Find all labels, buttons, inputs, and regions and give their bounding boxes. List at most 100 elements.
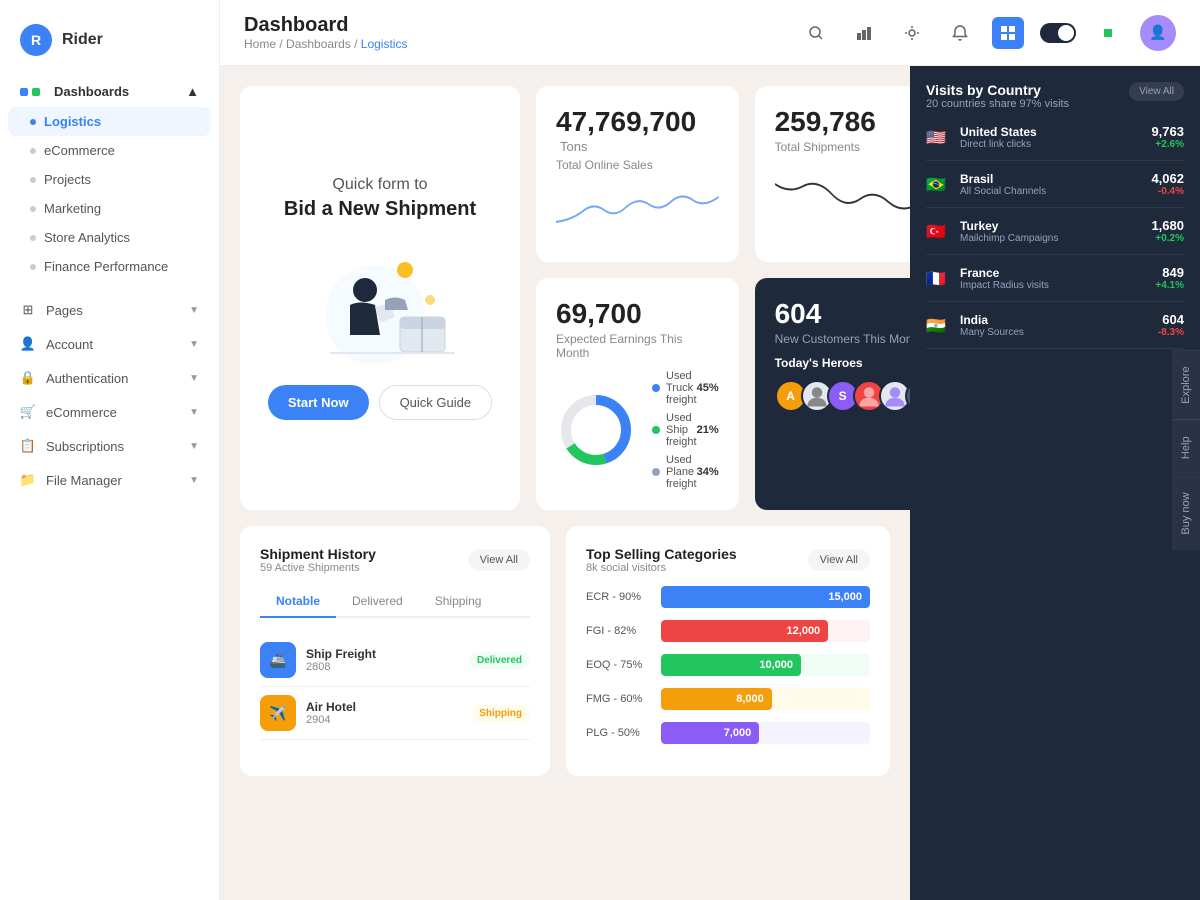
country-visits-us: 9,763 xyxy=(1151,124,1184,139)
heroes-title: Today's Heroes xyxy=(775,356,910,370)
country-item-0: 🇺🇸 United States Direct link clicks 9,76… xyxy=(926,114,1184,161)
sidebar-item-file-manager[interactable]: 📁 File Manager ▼ xyxy=(0,463,219,497)
country-item-3: 🇫🇷 France Impact Radius visits 849 +4.1% xyxy=(926,255,1184,302)
categories-view-all[interactable]: View All xyxy=(808,549,870,571)
grid-icon xyxy=(1000,25,1016,41)
country-info-br: Brasil All Social Channels xyxy=(960,172,1141,197)
metric-label-sales: Total Online Sales xyxy=(556,158,719,172)
shipment-subtitle: 59 Active Shipments xyxy=(260,562,376,574)
bar-label-2: EOQ - 75% xyxy=(586,659,651,671)
sidebar-item-ecommerce-main[interactable]: 🛒 eCommerce ▼ xyxy=(0,395,219,429)
logo-icon: R xyxy=(20,24,52,56)
sidebar-item-store-analytics[interactable]: Store Analytics xyxy=(0,223,219,252)
buynow-tab[interactable]: Buy now xyxy=(1172,475,1200,550)
bar-item-3: FMG - 60% 8,000 xyxy=(586,688,870,710)
bar-label-3: FMG - 60% xyxy=(586,693,651,705)
country-info-tr: Turkey Mailchimp Campaigns xyxy=(960,219,1141,244)
bar-item-0: ECR - 90% 15,000 xyxy=(586,586,870,608)
sidebar-item-authentication[interactable]: 🔒 Authentication ▼ xyxy=(0,361,219,395)
metric-unit-sales: Tons xyxy=(560,139,587,154)
tab-notable[interactable]: Notable xyxy=(260,586,336,618)
main-area: Dashboard Home / Dashboards / Logistics xyxy=(220,0,1200,900)
grid-view-button[interactable] xyxy=(992,17,1024,49)
country-trend-br: -0.4% xyxy=(1151,186,1184,197)
tab-delivered[interactable]: Delivered xyxy=(336,586,419,618)
dot-store xyxy=(30,235,36,241)
bar-track-3: 8,000 xyxy=(661,688,870,710)
ecommerce-chevron: ▼ xyxy=(189,407,199,418)
explore-tab[interactable]: Explore xyxy=(1172,349,1200,419)
country-list: 🇺🇸 United States Direct link clicks 9,76… xyxy=(926,114,1184,349)
bar-fill-3: 8,000 xyxy=(661,688,772,710)
file-label: File Manager xyxy=(46,473,122,488)
chart-button[interactable] xyxy=(848,17,880,49)
right-panel: Visits by Country 20 countries share 97%… xyxy=(910,66,1200,900)
metric-value-sales: 47,769,700 Tons xyxy=(556,106,719,156)
promo-card: Quick form to Bid a New Shipment xyxy=(240,86,520,510)
country-name-fr: France xyxy=(960,266,1145,280)
top-row: Quick form to Bid a New Shipment xyxy=(240,86,890,510)
online-dot xyxy=(1104,29,1112,37)
shipment-header: Shipment History 59 Active Shipments Vie… xyxy=(260,546,530,574)
sidebar-item-account[interactable]: 👤 Account ▼ xyxy=(0,327,219,361)
breadcrumb-current: Logistics xyxy=(361,37,408,51)
sales-chart xyxy=(556,182,719,242)
user-avatar[interactable]: 👤 xyxy=(1140,15,1176,51)
shipment-item-1: ✈️ Air Hotel 2904 Shipping xyxy=(260,687,530,740)
tab-shipping[interactable]: Shipping xyxy=(419,586,498,618)
visits-title: Visits by Country xyxy=(926,82,1069,98)
shipment-view-all[interactable]: View All xyxy=(468,549,530,571)
flag-us: 🇺🇸 xyxy=(926,128,950,146)
sidebar-item-finance[interactable]: Finance Performance xyxy=(0,252,219,281)
bar-label-0: ECR - 90% xyxy=(586,591,651,603)
country-trend-in: -8.3% xyxy=(1158,327,1184,338)
theme-toggle[interactable] xyxy=(1040,23,1076,43)
promo-illustration xyxy=(300,245,460,365)
sidebar-item-projects[interactable]: Projects xyxy=(0,165,219,194)
ecommerce-icon: 🛒 xyxy=(20,404,36,420)
shipment-info-1: Air Hotel 2904 xyxy=(306,700,461,726)
flag-br: 🇧🇷 xyxy=(926,175,950,193)
heroes-section: Today's Heroes A S xyxy=(775,356,910,412)
country-visits-br: 4,062 xyxy=(1151,171,1184,186)
notifications-button[interactable] xyxy=(944,17,976,49)
shipment-info-0: Ship Freight 2808 xyxy=(306,647,459,673)
visits-title-area: Visits by Country 20 countries share 97%… xyxy=(926,82,1069,110)
sidebar-item-store-label: Store Analytics xyxy=(44,230,130,245)
start-now-button[interactable]: Start Now xyxy=(268,385,369,420)
sidebar-item-marketing[interactable]: Marketing xyxy=(0,194,219,223)
chart-icon xyxy=(856,25,872,41)
country-source-us: Direct link clicks xyxy=(960,139,1141,150)
breadcrumb-home[interactable]: Home xyxy=(244,37,276,51)
sidebar-item-ecommerce[interactable]: eCommerce xyxy=(0,136,219,165)
heroes-avatars: A S +2 xyxy=(775,380,910,412)
shipment-badge-1: Shipping xyxy=(471,705,530,722)
metric-value-customers: 604 xyxy=(775,298,910,330)
country-source-br: All Social Channels xyxy=(960,186,1141,197)
country-trend-us: +2.6% xyxy=(1151,139,1184,150)
visits-header: Visits by Country 20 countries share 97%… xyxy=(926,82,1184,110)
account-icon: 👤 xyxy=(20,336,36,352)
country-name-us: United States xyxy=(960,125,1141,139)
shipment-title-area: Shipment History 59 Active Shipments xyxy=(260,546,376,574)
right-vertical-tabs: Explore Help Buy now xyxy=(1172,349,1200,550)
country-item-2: 🇹🇷 Turkey Mailchimp Campaigns 1,680 +0.2… xyxy=(926,208,1184,255)
quick-guide-button[interactable]: Quick Guide xyxy=(379,385,493,420)
bar-track-1: 12,000 xyxy=(661,620,870,642)
country-info-in: India Many Sources xyxy=(960,313,1148,338)
visits-view-all[interactable]: View All xyxy=(1129,82,1184,101)
sidebar-item-pages[interactable]: ⊞ Pages ▼ xyxy=(0,293,219,327)
shipment-tabs: Notable Delivered Shipping xyxy=(260,586,530,618)
auth-icon: 🔒 xyxy=(20,370,36,386)
metric-value-shipments: 259,786 xyxy=(775,106,910,138)
search-button[interactable] xyxy=(800,17,832,49)
breadcrumb-dashboards[interactable]: Dashboards xyxy=(286,37,351,51)
help-tab[interactable]: Help xyxy=(1172,420,1200,476)
settings-button[interactable] xyxy=(896,17,928,49)
dashboards-section-header[interactable]: Dashboards ▲ xyxy=(0,76,219,107)
shipment-badge-0: Delivered xyxy=(469,652,530,669)
sidebar-item-subscriptions[interactable]: 📋 Subscriptions ▼ xyxy=(0,429,219,463)
metric-card-sales: 47,769,700 Tons Total Online Sales xyxy=(536,86,739,262)
pages-icon: ⊞ xyxy=(20,302,36,318)
sidebar-item-logistics[interactable]: Logistics xyxy=(8,107,211,136)
